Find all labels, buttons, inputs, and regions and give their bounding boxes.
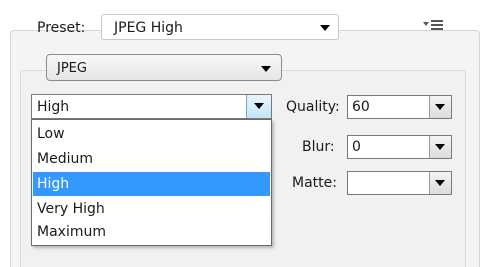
quality-dropdown-button[interactable] xyxy=(429,96,451,118)
quality-label: Quality: xyxy=(286,99,340,115)
compression-quality-value: High xyxy=(37,99,70,115)
chevron-down-icon xyxy=(435,180,445,186)
chevron-down-icon xyxy=(435,144,445,150)
dropdown-option-very-high[interactable]: Very High xyxy=(33,197,270,221)
preset-select[interactable]: JPEG High xyxy=(101,14,339,40)
blur-value: 0 xyxy=(352,139,361,155)
save-for-web-settings-panel: Preset: JPEG High JPEG High Low Medium H… xyxy=(0,0,483,267)
panel-menu-icon[interactable] xyxy=(423,16,445,34)
dropdown-option-high[interactable]: High xyxy=(33,172,270,196)
compression-quality-dropdown: Low Medium High Very High Maximum xyxy=(31,119,272,246)
chevron-down-icon xyxy=(261,66,271,72)
quality-value: 60 xyxy=(352,99,370,115)
preset-value: JPEG High xyxy=(114,20,183,36)
matte-label: Matte: xyxy=(292,175,337,191)
preset-label: Preset: xyxy=(37,20,86,36)
matte-select[interactable] xyxy=(347,171,452,195)
dropdown-option-low[interactable]: Low xyxy=(33,122,270,146)
chevron-down-icon xyxy=(435,104,445,110)
compression-quality-select[interactable]: High xyxy=(31,94,272,119)
dropdown-option-medium[interactable]: Medium xyxy=(33,147,270,171)
file-format-select[interactable]: JPEG xyxy=(46,54,282,81)
quality-field[interactable]: 60 xyxy=(347,95,452,119)
chevron-down-icon xyxy=(254,103,264,109)
blur-dropdown-button[interactable] xyxy=(429,136,451,158)
dropdown-option-maximum[interactable]: Maximum xyxy=(33,220,270,244)
file-format-value: JPEG xyxy=(57,61,87,76)
blur-label: Blur: xyxy=(302,139,335,155)
dropdown-button[interactable] xyxy=(246,95,271,118)
blur-field[interactable]: 0 xyxy=(347,135,452,159)
chevron-down-icon xyxy=(320,25,330,31)
matte-dropdown-button[interactable] xyxy=(429,172,451,194)
